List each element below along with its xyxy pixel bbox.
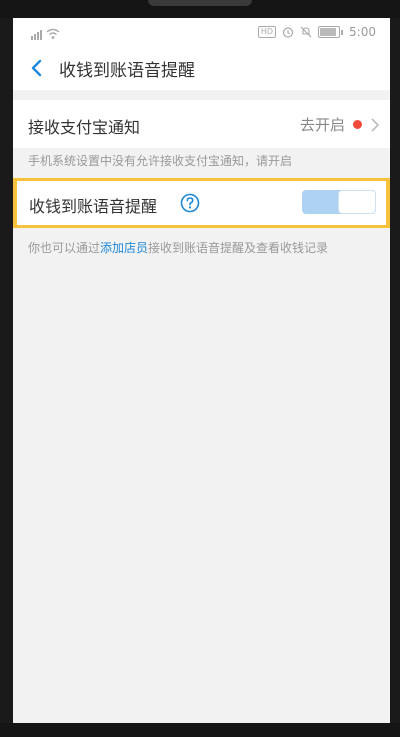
go-enable-action[interactable]: 去开启 (300, 114, 380, 135)
status-time: 5:00 (349, 25, 376, 39)
receive-notification-row[interactable]: 接收支付宝通知 去开启 (13, 100, 390, 148)
add-staff-hint-after: 接收到账语音提醒及查看收钱记录 (148, 241, 329, 255)
hd-icon: HD (257, 26, 277, 38)
wifi-icon (46, 28, 60, 39)
chevron-right-icon (371, 117, 380, 132)
toggle-knob[interactable] (338, 190, 376, 214)
mute-icon (300, 26, 312, 38)
status-left (31, 26, 60, 40)
add-staff-hint: 你也可以通过添加店员接收到账语音提醒及查看收钱记录 (28, 239, 328, 256)
device-bezel-bottom (0, 723, 400, 737)
device-bezel-top (0, 0, 400, 18)
receive-notification-label: 接收支付宝通知 (28, 118, 141, 137)
signal-icon (31, 30, 42, 40)
add-staff-hint-before: 你也可以通过 (28, 241, 101, 255)
voice-reminder-row: 收钱到账语音提醒 (13, 178, 390, 228)
voice-reminder-label: 收钱到账语音提醒 (29, 197, 158, 216)
status-right: HD 5:00 (257, 25, 376, 39)
page-title: 收钱到账语音提醒 (59, 61, 195, 81)
voice-reminder-toggle[interactable] (302, 190, 376, 214)
navigation-bar: 收钱到账语音提醒 (13, 46, 390, 90)
device-notch (148, 0, 252, 6)
chevron-left-icon[interactable] (25, 56, 49, 80)
red-dot-badge (353, 120, 362, 129)
system-notification-hint: 手机系统设置中没有允许接收支付宝通知，请开启 (28, 154, 293, 168)
add-staff-link[interactable]: 添加店员 (100, 241, 148, 255)
battery-icon (318, 26, 344, 38)
phone-screen: HD 5:00 收钱到账语音提醒 接收支付宝通知 去开启 手机系统设置中没有允许… (13, 18, 390, 723)
question-circle-icon[interactable] (180, 193, 200, 213)
go-enable-text: 去开启 (299, 116, 345, 134)
status-bar: HD 5:00 (13, 18, 390, 46)
alarm-icon (282, 27, 294, 38)
